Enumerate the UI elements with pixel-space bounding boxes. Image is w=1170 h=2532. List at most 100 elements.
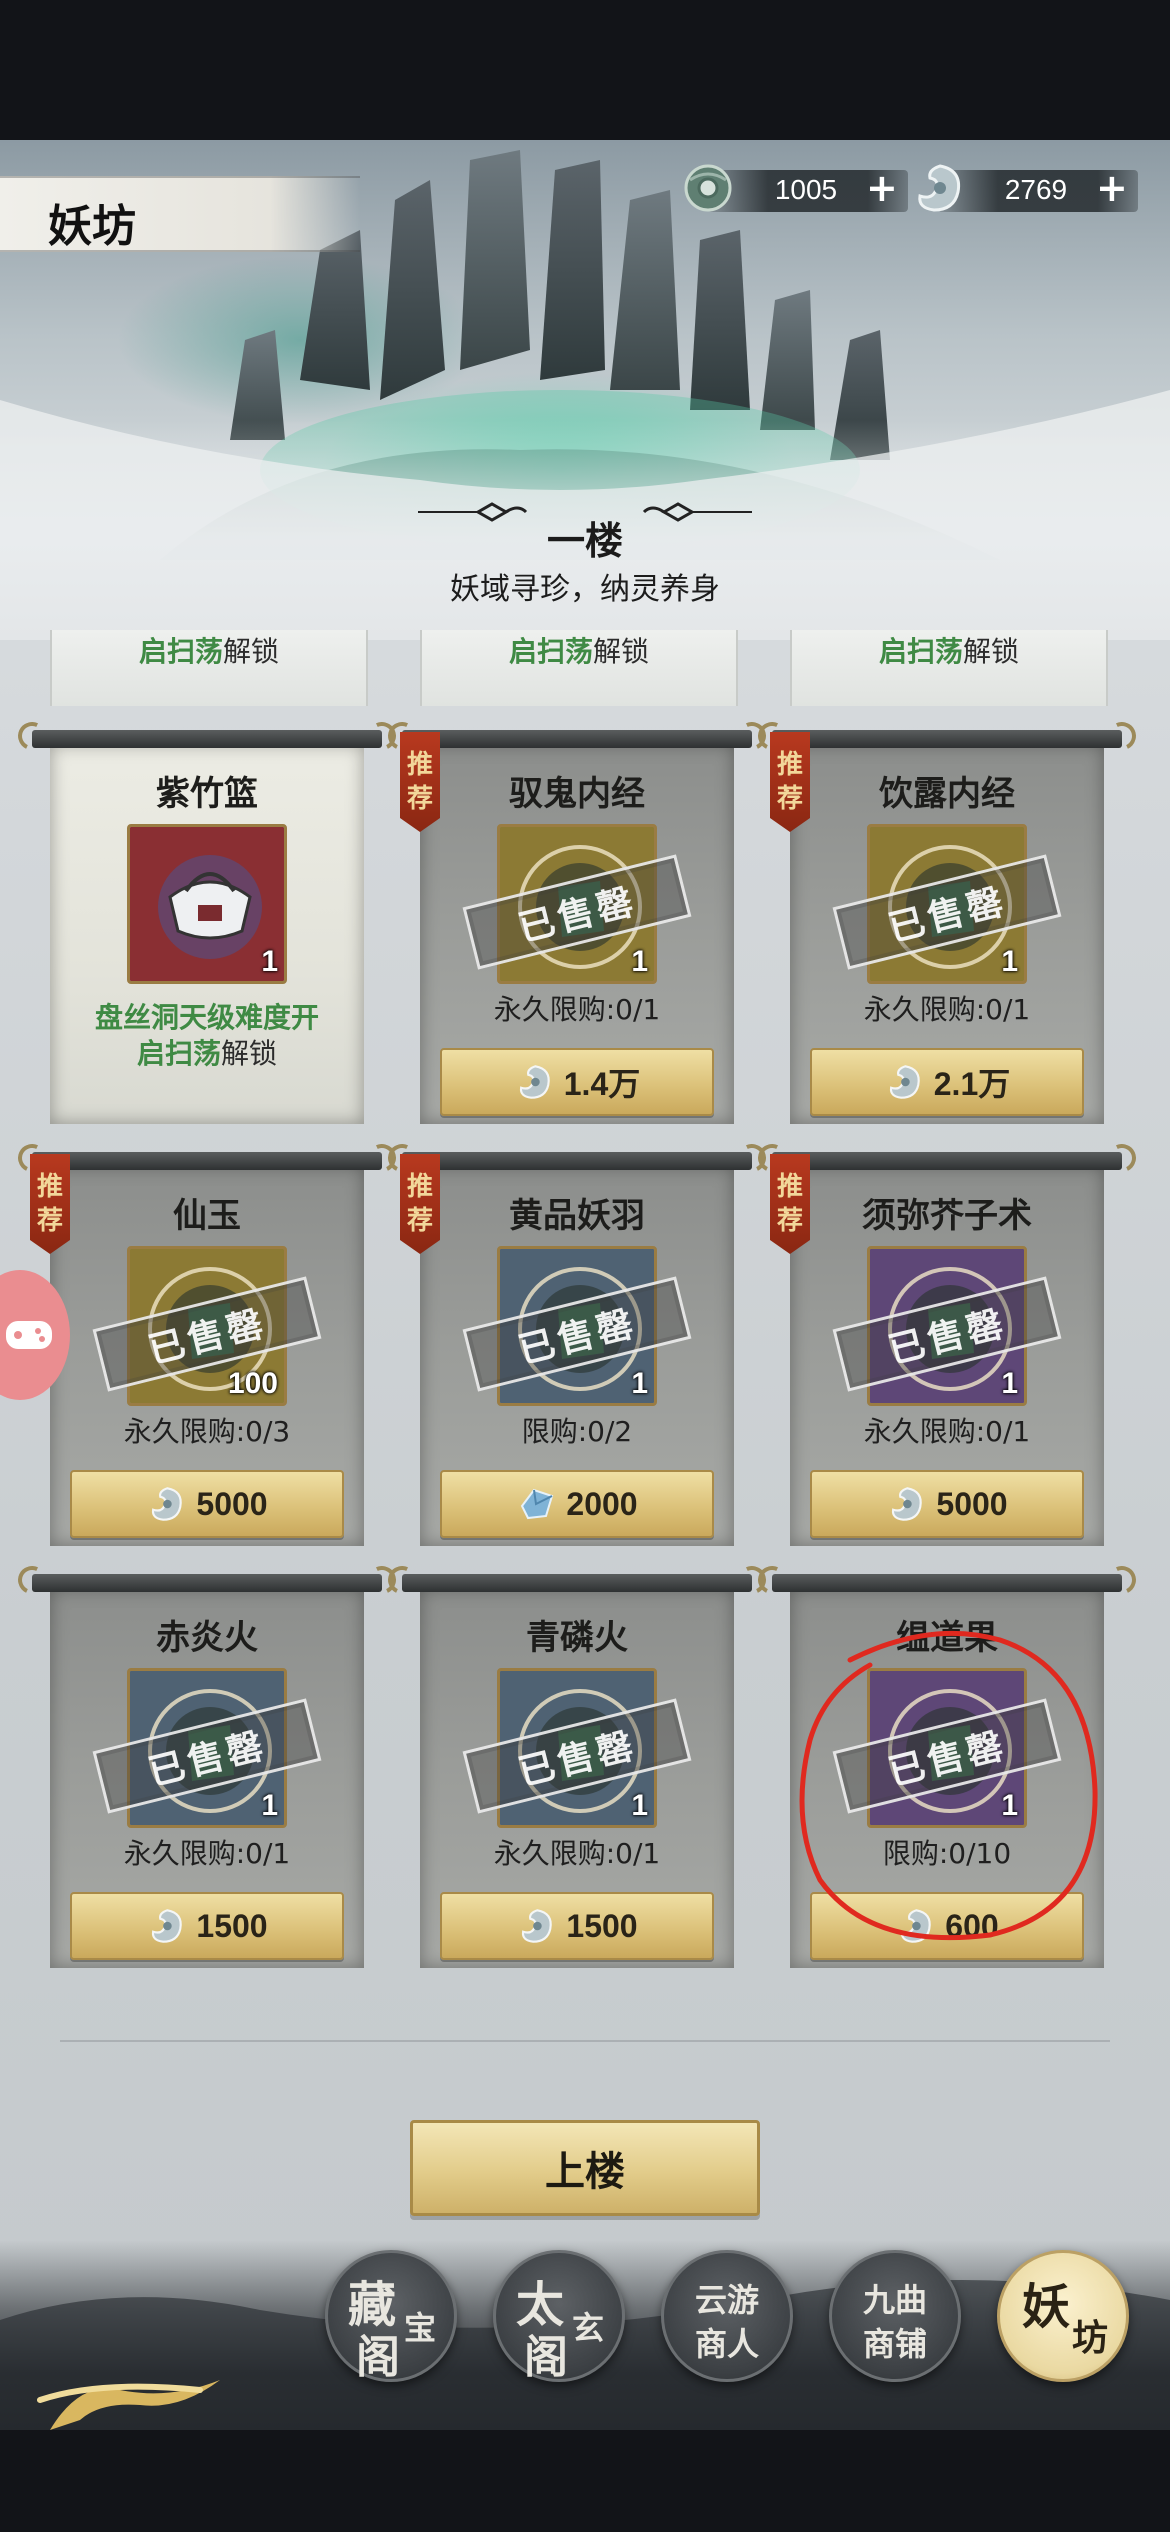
unlock-text: 解锁 — [221, 1037, 278, 1070]
shop-item-card[interactable]: 推荐驭鬼内经 1 已售罄 永久限购:0/1 1.4万 — [400, 730, 752, 1130]
purchase-limit: 永久限购:0/1 — [863, 993, 1031, 1026]
buy-button[interactable]: 1500 — [70, 1892, 344, 1960]
blue-crystal-icon — [521, 1488, 554, 1520]
unlock-text: 解锁 — [593, 635, 650, 668]
unlock-text: 解锁 — [223, 635, 280, 668]
nav-char: 阁 — [524, 2332, 568, 2383]
item-price: 2.1万 — [933, 1066, 1011, 1102]
buy-button[interactable]: 2.1万 — [810, 1048, 1084, 1116]
top-bezel — [0, 0, 1170, 140]
item-price: 1500 — [566, 1907, 638, 1944]
item-icon-frame[interactable]: 1 — [127, 824, 287, 984]
item-name: 青磷火 — [526, 1618, 628, 1658]
item-price: 5000 — [196, 1485, 268, 1522]
item-price: 1.4万 — [563, 1066, 641, 1102]
currency-jade[interactable]: 1005 + — [680, 160, 910, 216]
currency-value: 2769 — [1004, 174, 1068, 205]
title-plate: 妖坊 — [0, 176, 360, 252]
item-quantity: 1 — [631, 1367, 648, 1400]
add-currency-button[interactable]: + — [1096, 168, 1128, 208]
hanging-rod — [772, 1152, 1122, 1170]
currency-pendant[interactable]: 2769 + — [910, 160, 1140, 216]
buy-button[interactable]: 1.4万 — [440, 1048, 714, 1116]
nav-wandering-merchant[interactable]: 云游 商人 — [661, 2250, 793, 2382]
nav-label: 商人 — [694, 2325, 759, 2363]
buy-button[interactable]: 2000 — [440, 1470, 714, 1538]
hanging-rod — [32, 1574, 382, 1592]
shop-item-card[interactable]: 青磷火 1 已售罄 永久限购:0/1 1500 — [402, 1574, 752, 1974]
spirit-pendant-icon — [918, 164, 961, 212]
shop-item-card[interactable]: 推荐饮露内经 1 已售罄 永久限购:0/1 2.1万 — [770, 730, 1122, 1130]
spirit-pendant-icon — [892, 1487, 923, 1521]
hanging-rod — [772, 730, 1122, 748]
item-name: 须弥芥子术 — [862, 1196, 1032, 1236]
purchase-limit: 永久限购:0/1 — [493, 993, 661, 1026]
shop-screen: 妖坊 1005 + 2769 + 一楼 妖域寻珍，纳灵养身 启扫荡解锁 启扫荡解… — [0, 140, 1170, 2430]
floor-name: 一楼 — [546, 518, 623, 563]
buy-button[interactable]: 5000 — [70, 1470, 344, 1538]
ornament-right-icon — [642, 502, 752, 522]
page-title: 妖坊 — [48, 201, 136, 252]
item-quantity: 1 — [1001, 1367, 1018, 1400]
shop-item-card[interactable]: 推荐须弥芥子术 1 已售罄 永久限购:0/1 5000 — [770, 1152, 1122, 1552]
purchase-limit: 限购:0/2 — [521, 1415, 633, 1448]
partial-row: 启扫荡解锁 启扫荡解锁 启扫荡解锁 — [0, 630, 1170, 706]
spirit-pendant-icon — [889, 1065, 920, 1099]
floor-heading: 一楼 — [0, 500, 1170, 570]
unlock-condition: 盘丝洞天级难度开 启扫荡解锁 — [42, 1000, 372, 1072]
nav-cangbao-pavilion[interactable]: 藏 宝 阁 — [325, 2250, 457, 2383]
nav-label: 云游 — [694, 2281, 759, 2319]
gamepad-icon — [6, 1321, 52, 1349]
nav-char: 宝 — [404, 2309, 437, 2347]
item-quantity: 100 — [227, 1367, 278, 1400]
unlock-highlight: 启扫荡 — [136, 1037, 221, 1070]
item-name: 仙玉 — [173, 1196, 241, 1236]
item-quantity: 1 — [261, 945, 278, 978]
partial-card: 启扫荡解锁 — [50, 630, 368, 706]
item-quantity: 1 — [1001, 945, 1018, 978]
buy-button[interactable]: 5000 — [810, 1470, 1084, 1538]
annotation-circle — [799, 1630, 1098, 1941]
item-price: 5000 — [936, 1485, 1008, 1522]
item-quantity: 1 — [261, 1789, 278, 1822]
spirit-pendant-icon — [152, 1487, 183, 1521]
nav-char: 妖 — [1022, 2279, 1071, 2335]
shop-item-card[interactable]: 推荐黄品妖羽 1 已售罄 限购:0/2 2000 — [400, 1152, 752, 1552]
buy-button[interactable]: 1500 — [440, 1892, 714, 1960]
nav-label: 商铺 — [862, 2325, 927, 2363]
shop-item-card[interactable]: 赤炎火 1 已售罄 永久限购:0/1 1500 — [32, 1574, 382, 1974]
unlock-text: 解锁 — [963, 635, 1020, 668]
unlock-highlight: 启扫荡 — [138, 635, 223, 668]
bottom-bezel — [0, 2430, 1170, 2532]
shop-item-card[interactable]: 紫竹篮 1 盘丝洞天级难度开 启扫荡解锁 — [32, 730, 382, 1130]
jade-ring-icon — [684, 164, 732, 212]
nav-char: 坊 — [1072, 2317, 1109, 2359]
hanging-rod — [32, 730, 382, 748]
nav-char: 阁 — [356, 2332, 400, 2383]
currency-value: 1005 — [774, 174, 838, 205]
upstairs-button[interactable]: 上楼 — [410, 2120, 760, 2216]
hanging-rod — [402, 1574, 752, 1592]
add-currency-button[interactable]: + — [866, 168, 898, 208]
item-price: 2000 — [566, 1485, 638, 1522]
shop-item-card[interactable]: 推荐仙玉 100 已售罄 永久限购:0/3 5000 — [30, 1152, 382, 1552]
purchase-limit: 永久限购:0/3 — [123, 1415, 291, 1448]
item-quantity: 1 — [631, 945, 648, 978]
hero-banner: 妖坊 1005 + 2769 + 一楼 妖域寻珍，纳灵养身 — [0, 140, 1170, 640]
spirit-pendant-icon — [152, 1909, 183, 1943]
item-name: 驭鬼内经 — [509, 774, 645, 814]
item-name: 饮露内经 — [879, 774, 1015, 814]
nav-yaofang-active[interactable]: 妖 坊 — [997, 2250, 1129, 2382]
purchase-limit: 永久限购:0/1 — [493, 1837, 661, 1870]
item-name: 黄品妖羽 — [509, 1196, 645, 1236]
purchase-limit: 永久限购:0/1 — [123, 1837, 291, 1870]
floor-subtitle: 妖域寻珍，纳灵养身 — [450, 572, 720, 607]
partial-card: 启扫荡解锁 — [790, 630, 1108, 706]
purchase-limit: 永久限购:0/1 — [863, 1415, 1031, 1448]
upstairs-label: 上楼 — [545, 2148, 625, 2195]
nav-taixuan-pavilion[interactable]: 太 玄 阁 — [493, 2250, 625, 2383]
unlock-highlight: 盘丝洞天级难度开 — [94, 1001, 319, 1034]
partial-card: 启扫荡解锁 — [420, 630, 738, 706]
nav-jiuqu-shop[interactable]: 九曲 商铺 — [829, 2250, 961, 2382]
item-name: 紫竹篮 — [156, 774, 258, 814]
